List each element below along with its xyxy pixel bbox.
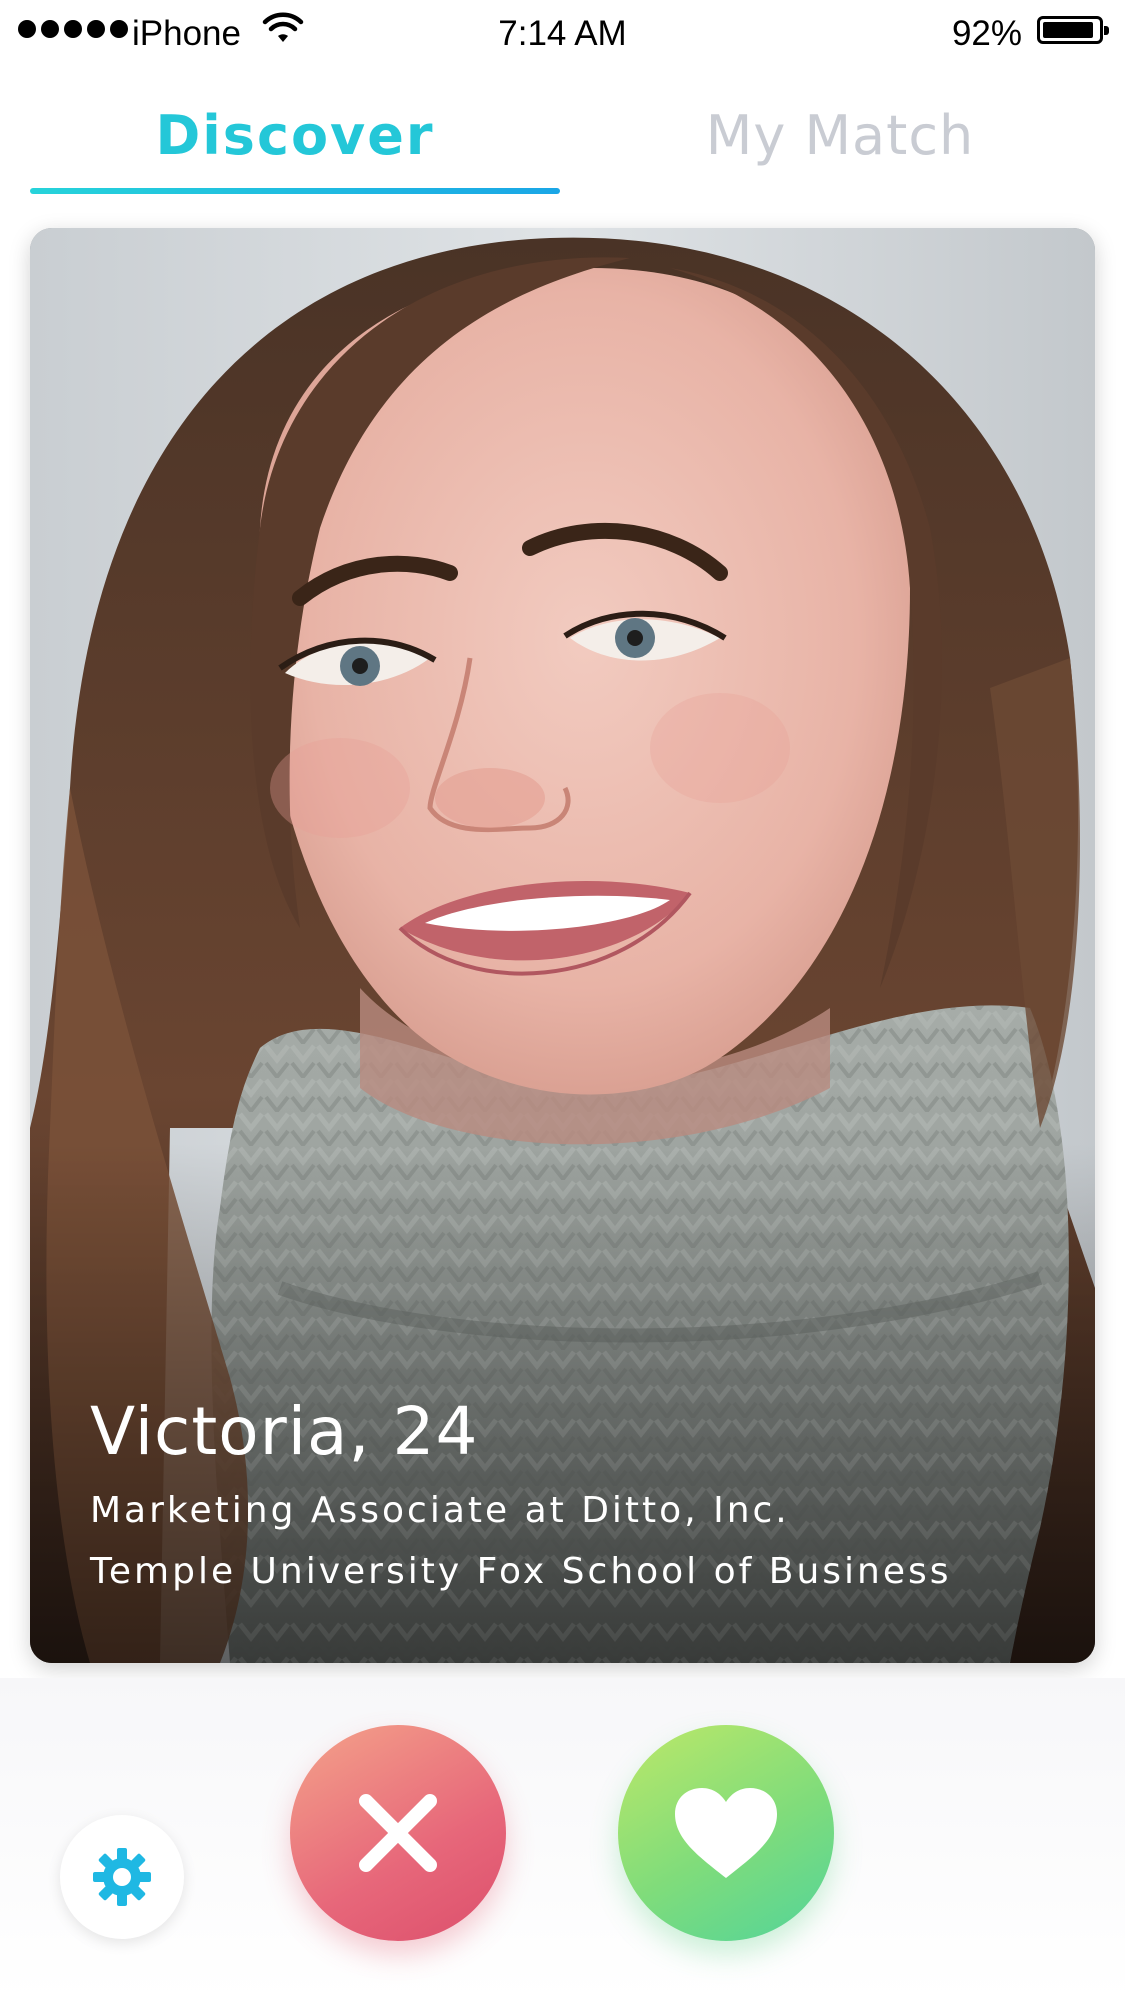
close-icon [359, 1794, 437, 1872]
tab-bar: Discover My Match [30, 80, 1095, 200]
settings-button[interactable] [60, 1815, 184, 1939]
tab-discover[interactable]: Discover [30, 80, 560, 190]
battery-level-fill [1043, 22, 1093, 38]
active-tab-indicator [30, 188, 560, 194]
heart-icon [675, 1788, 777, 1878]
profile-school: Temple University Fox School of Business [90, 1551, 952, 1592]
status-bar: iPhone 7:14 AM 92% [0, 0, 1125, 66]
battery-percentage: 92% [951, 14, 1022, 53]
profile-name-age: Victoria, 24 [90, 1393, 479, 1470]
dislike-button[interactable] [290, 1725, 506, 1941]
profile-card[interactable]: Victoria, 24 Marketing Associate at Ditt… [30, 228, 1095, 1663]
like-button[interactable] [618, 1725, 834, 1941]
profile-job: Marketing Associate at Ditto, Inc. [90, 1490, 790, 1531]
tab-my-match[interactable]: My Match [585, 80, 1095, 190]
battery-icon [1037, 16, 1109, 44]
gear-icon [93, 1848, 151, 1906]
